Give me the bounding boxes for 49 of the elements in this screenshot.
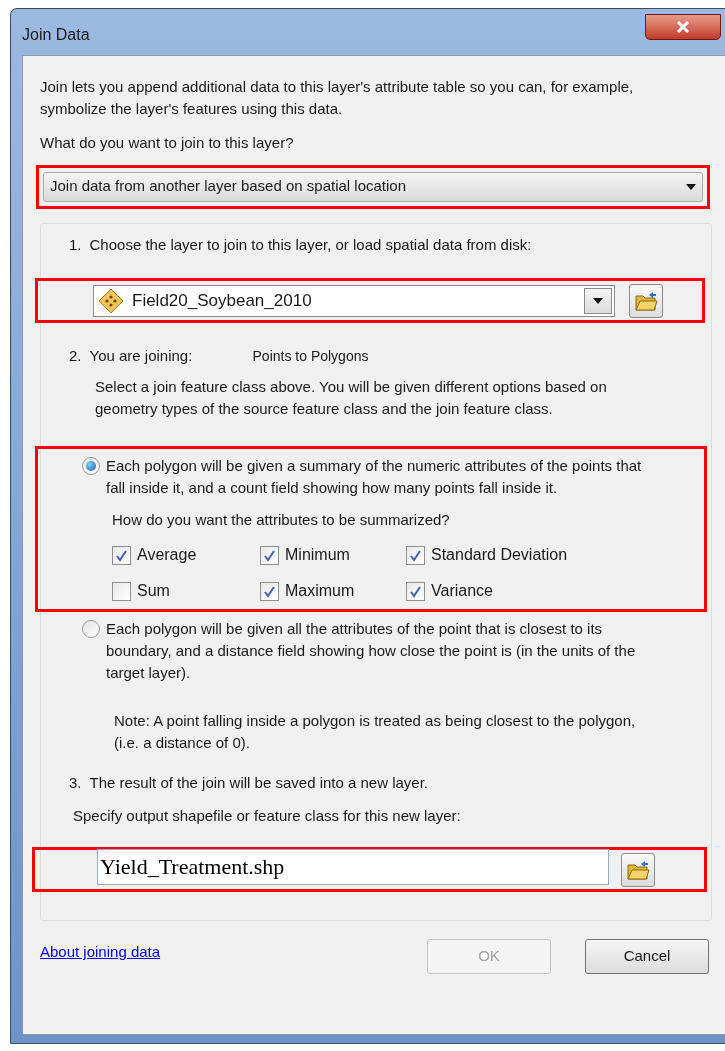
checkbox-label: Minimum: [285, 545, 350, 565]
join-type-dropdown[interactable]: Join data from another layer based on spatial location: [43, 171, 703, 202]
output-field[interactable]: Yield_Treatment.shp: [97, 848, 609, 885]
checkbox-label: Standard Deviation: [431, 545, 568, 565]
open-folder-button[interactable]: [621, 852, 655, 887]
option-text: Each polygon will be given all the attributes of the point that is closest to its boundary, and a distance field showing how close the point is (in the units of the target layer).: [106, 619, 637, 683]
checkbox[interactable]: [406, 545, 425, 565]
step-label: You are joining:: [89, 346, 194, 366]
checkbox-label: Variance: [431, 581, 493, 601]
check-icon: [115, 548, 128, 562]
step-label: Choose the layer to join to this layer, or load spatial data from disk:: [89, 234, 532, 255]
checkbox[interactable]: [406, 581, 425, 601]
checkbox-label: Average: [137, 545, 197, 565]
folder-icon: [634, 289, 658, 312]
folder-icon: [626, 858, 650, 881]
help-link[interactable]: About joining data: [40, 941, 161, 964]
step-number: 3.: [69, 773, 82, 793]
intro-text: Join lets you append additional data to this layer's attribute table so you can, for example, symbolize the layer's features using this data.: [40, 77, 635, 119]
dialog-button[interactable]: Cancel: [585, 939, 709, 974]
open-folder-button[interactable]: [629, 283, 663, 318]
summary-question: How do you want the attributes to be summarized?: [112, 509, 451, 530]
close-icon: [676, 21, 690, 33]
checkbox-label: Sum: [137, 581, 170, 601]
check-icon: [409, 548, 422, 562]
join-description: Points to Polygons: [252, 347, 369, 366]
step-label: The result of the join will be saved into a new layer.: [89, 773, 429, 793]
checkbox-label: Maximum: [285, 581, 355, 601]
checkbox[interactable]: [112, 581, 131, 601]
radio-button[interactable]: [82, 456, 100, 475]
point-layer-icon: [98, 287, 124, 314]
checkbox[interactable]: [112, 545, 131, 565]
checkbox[interactable]: [260, 581, 279, 601]
step-number: 2.: [69, 346, 82, 366]
help-text: Select a join feature class above. You will be given different options based on geometry types of the source feature class and the join feature class.: [95, 376, 608, 419]
layer-dropdown[interactable]: Field20_Soybean_2010: [93, 284, 615, 317]
caret-icon: [593, 297, 603, 304]
close-button[interactable]: [645, 14, 721, 40]
note-text: Note: A point falling inside a polygon is treated as being closest to the polygon, (i.e. a distance of 0).: [114, 711, 637, 753]
output-prompt: Specify output shapefile or feature class for this new layer:: [73, 805, 462, 826]
caret-icon: [686, 183, 696, 190]
checkbox[interactable]: [260, 545, 279, 565]
question-label: What do you want to join to this layer?: [40, 133, 295, 153]
window-title: Join Data: [22, 25, 90, 45]
check-icon: [409, 584, 422, 598]
check-icon: [263, 548, 276, 562]
check-icon: [263, 584, 276, 598]
step-number: 1.: [69, 234, 82, 255]
radio-button[interactable]: [82, 620, 100, 638]
option-text: Each polygon will be given a summary of the numeric attributes of the points that fall inside it, and a count field showing how many points fall inside it.: [106, 455, 643, 498]
